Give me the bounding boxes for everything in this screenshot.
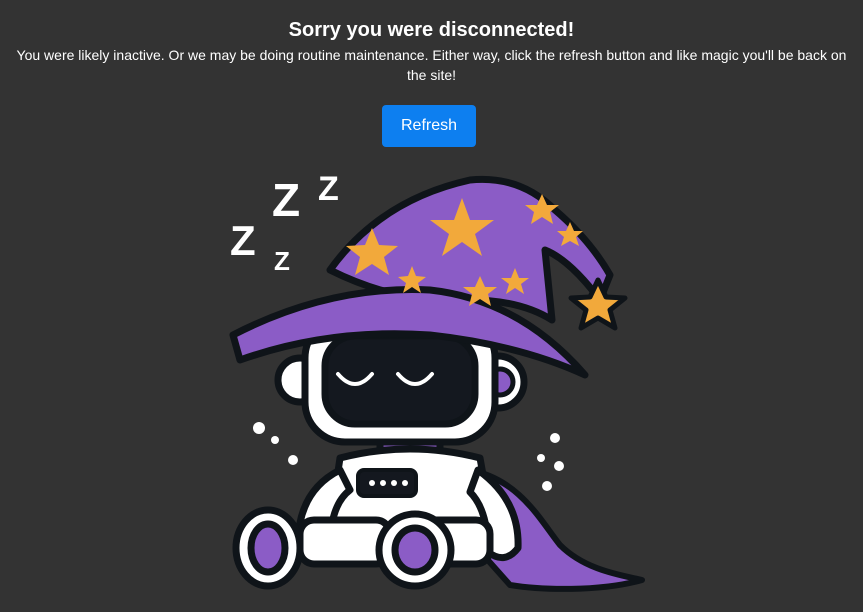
sleeping-wizard-robot-illustration: Z Z Z Z — [229, 170, 645, 592]
disconnect-page: Sorry you were disconnected! You were li… — [0, 0, 863, 612]
hanging-star-icon — [568, 277, 628, 331]
sleep-z-left: Z — [230, 217, 256, 264]
sleep-z-small: Z — [274, 246, 290, 276]
sleep-z-top: Z — [318, 170, 339, 208]
sleep-zzz-icon: Z Z Z Z — [230, 170, 339, 276]
sleep-z-large: Z — [272, 174, 300, 226]
